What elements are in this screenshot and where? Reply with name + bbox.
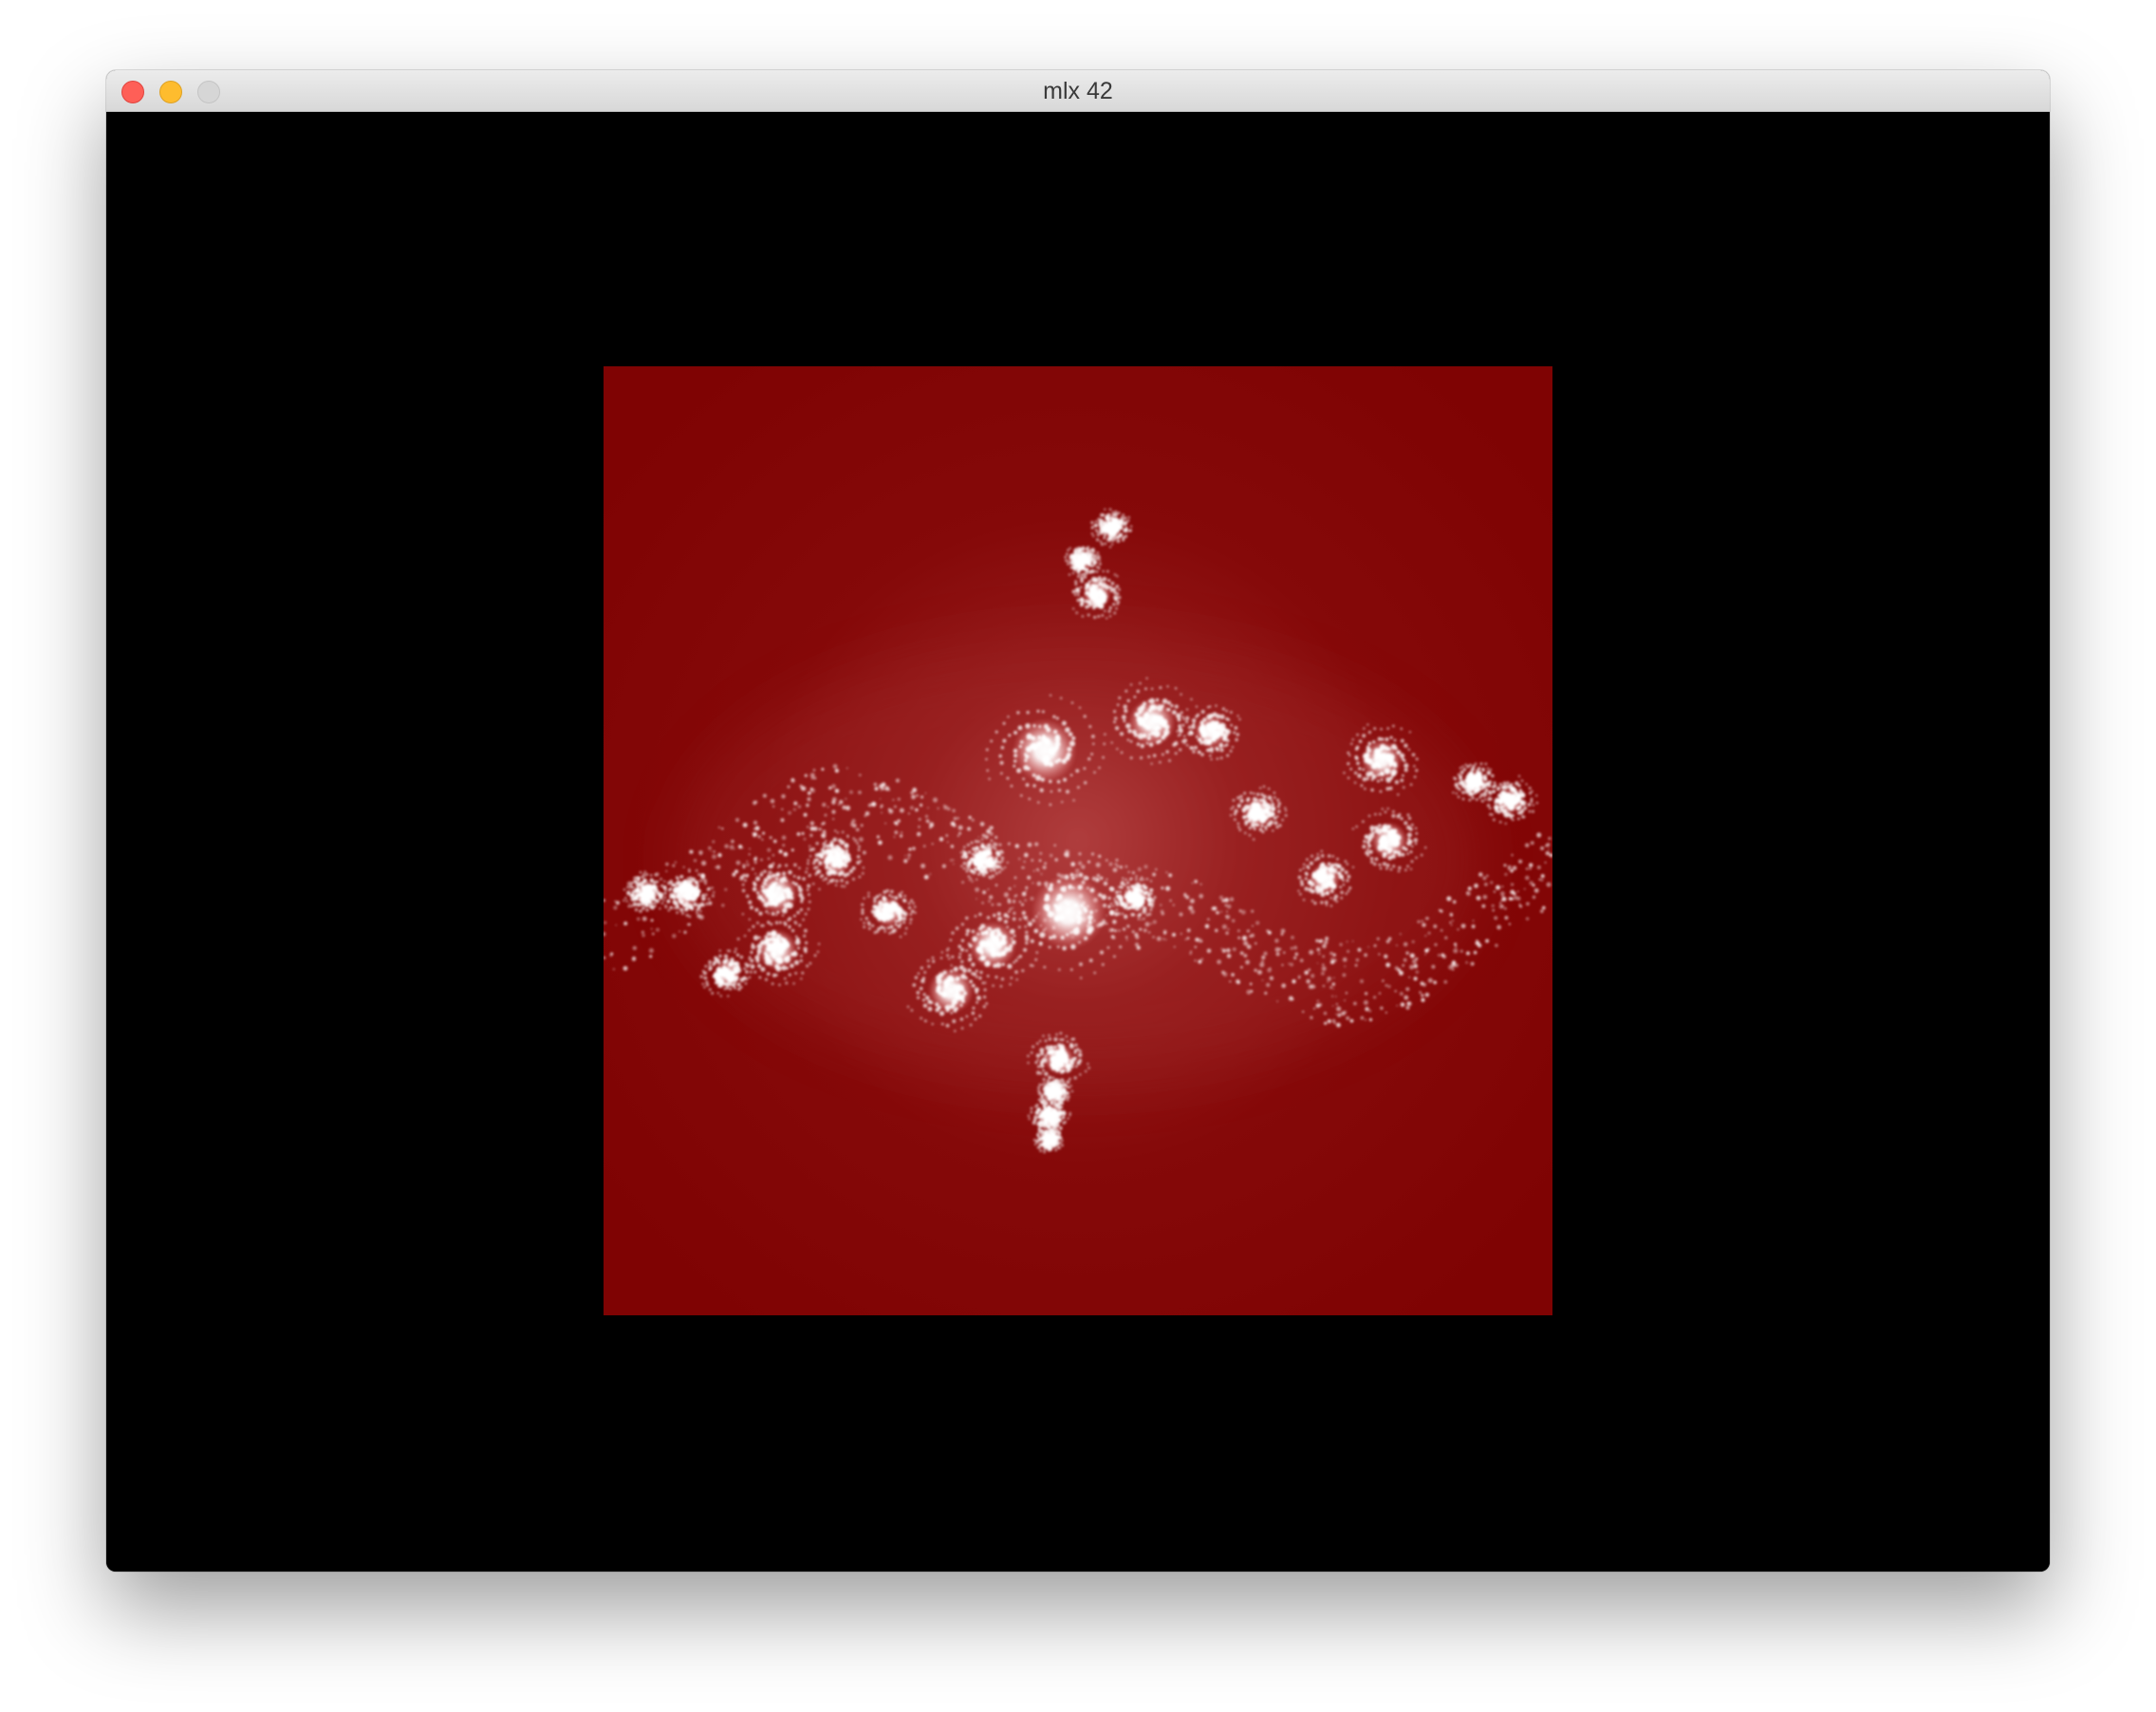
julia-fractal-image	[604, 366, 1552, 1315]
window-title: mlx 42	[1043, 78, 1113, 104]
fractal-svg	[604, 366, 1552, 1315]
app-window: mlx 42	[106, 70, 2050, 1572]
render-canvas[interactable]	[106, 112, 2050, 1572]
title-bar[interactable]: mlx 42	[106, 70, 2050, 112]
